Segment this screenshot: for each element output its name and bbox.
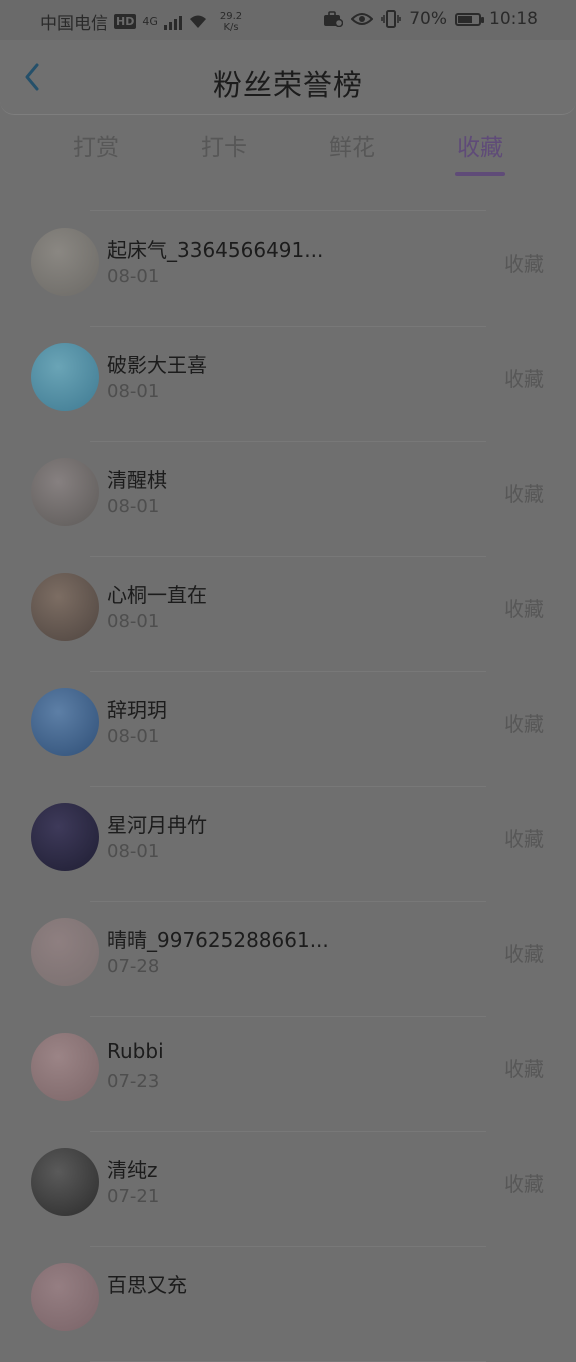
action-label: 收藏 xyxy=(504,712,544,736)
avatar[interactable] xyxy=(31,918,99,986)
list-item[interactable]: 晴晴_997625288661... 07-28 收藏 xyxy=(0,902,576,1017)
user-name: 辞玥玥 xyxy=(107,698,167,722)
avatar[interactable] xyxy=(31,688,99,756)
network-speed: 29.2 K/s xyxy=(220,11,242,33)
carrier-label: 中国电信 xyxy=(40,14,108,34)
avatar[interactable] xyxy=(31,458,99,526)
page-title: 粉丝荣誉榜 xyxy=(212,68,363,102)
item-date: 08-01 xyxy=(107,726,160,747)
avatar[interactable] xyxy=(31,1263,99,1331)
user-name: 百思又充 xyxy=(107,1273,187,1297)
tab-flowers[interactable]: 鲜花 xyxy=(292,128,412,162)
list-item[interactable]: Rubbi 07-23 收藏 xyxy=(0,1017,576,1132)
avatar[interactable] xyxy=(31,228,99,296)
avatar[interactable] xyxy=(31,1033,99,1101)
battery-icon xyxy=(455,12,484,26)
list-item[interactable]: 起床气_3364566491... 08-01 收藏 xyxy=(0,212,576,327)
avatar[interactable] xyxy=(31,573,99,641)
list-item[interactable]: 百思又充 xyxy=(0,1247,576,1362)
item-date: 08-01 xyxy=(107,381,160,402)
action-label: 收藏 xyxy=(504,252,544,276)
user-name: 清纯z xyxy=(107,1158,158,1182)
speed-value: 29.2 xyxy=(219,10,243,22)
hd-badge: HD xyxy=(114,14,137,29)
page-header: 粉丝荣誉榜 xyxy=(0,40,576,115)
list-item[interactable]: 辞玥玥 08-01 收藏 xyxy=(0,672,576,787)
item-date: 08-01 xyxy=(107,496,160,517)
tab-tip[interactable]: 打赏 xyxy=(36,128,156,162)
briefcase-icon xyxy=(324,11,344,27)
network-type: 4G xyxy=(142,15,158,28)
status-right: 70% 10:18 xyxy=(323,9,538,29)
user-name: 起床气_3364566491... xyxy=(107,238,324,262)
user-name: 星河月冉竹 xyxy=(107,813,207,837)
action-label: 收藏 xyxy=(504,1057,544,1081)
list-item[interactable]: 心桐一直在 08-01 收藏 xyxy=(0,557,576,672)
item-date: 08-01 xyxy=(107,841,160,862)
item-date: 08-01 xyxy=(107,266,160,287)
tab-favorites[interactable]: 收藏 xyxy=(420,128,540,162)
user-name: 心桐一直在 xyxy=(107,583,207,607)
user-name: 晴晴_997625288661... xyxy=(107,928,329,952)
list-item[interactable]: 清醒棋 08-01 收藏 xyxy=(0,442,576,557)
list-item[interactable]: 星河月冉竹 08-01 收藏 xyxy=(0,787,576,902)
action-label: 收藏 xyxy=(504,942,544,966)
fan-list: 起床气_3364566491... 08-01 收藏 破影大王喜 08-01 收… xyxy=(0,212,576,1362)
action-label: 收藏 xyxy=(504,367,544,391)
speed-unit: K/s xyxy=(223,21,239,33)
action-label: 收藏 xyxy=(504,597,544,621)
status-left: 中国电信 HD 4G 29.2 K/s xyxy=(40,9,242,35)
action-label: 收藏 xyxy=(504,482,544,506)
user-name: 破影大王喜 xyxy=(107,353,207,377)
clock: 10:18 xyxy=(489,9,538,29)
list-item[interactable]: 破影大王喜 08-01 收藏 xyxy=(0,327,576,442)
item-date: 08-01 xyxy=(107,611,160,632)
avatar[interactable] xyxy=(31,1148,99,1216)
battery-percent: 70% xyxy=(409,9,447,29)
list-item[interactable]: 清纯z 07-21 收藏 xyxy=(0,1132,576,1247)
vibrate-icon xyxy=(381,10,401,28)
item-date: 07-21 xyxy=(107,1186,160,1207)
status-bar: 中国电信 HD 4G 29.2 K/s 70% 10:18 xyxy=(0,0,576,40)
avatar[interactable] xyxy=(31,803,99,871)
user-name: 清醒棋 xyxy=(107,468,167,492)
tab-checkin[interactable]: 打卡 xyxy=(164,128,284,162)
action-label: 收藏 xyxy=(504,1172,544,1196)
user-name: Rubbi xyxy=(107,1039,164,1063)
item-date: 07-28 xyxy=(107,956,160,977)
wifi-icon xyxy=(189,15,206,28)
signal-icon xyxy=(163,14,182,30)
action-label: 收藏 xyxy=(504,827,544,851)
divider xyxy=(90,210,486,211)
active-tab-indicator xyxy=(455,172,505,176)
tab-bar: 打赏 打卡 鲜花 收藏 xyxy=(0,128,576,184)
item-date: 07-23 xyxy=(107,1071,160,1092)
avatar[interactable] xyxy=(31,343,99,411)
eye-icon xyxy=(351,13,374,25)
